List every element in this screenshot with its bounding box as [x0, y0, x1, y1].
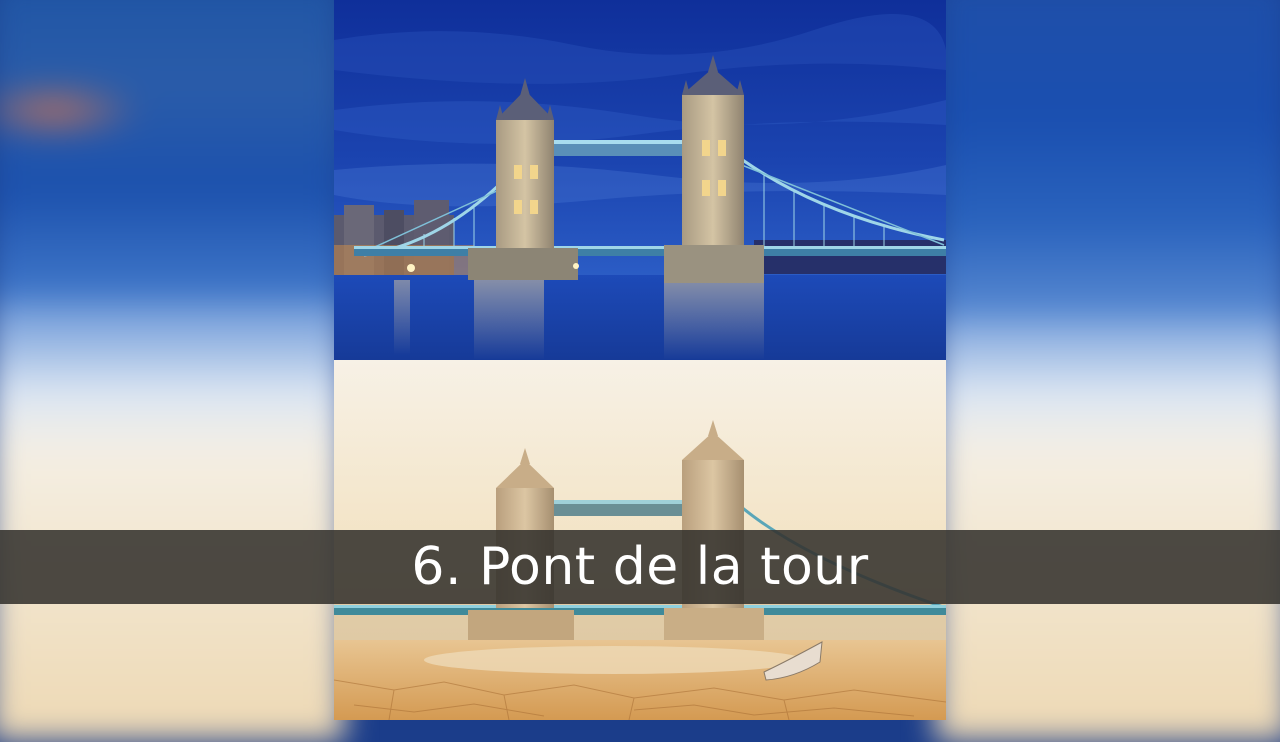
blurred-background-left [0, 0, 345, 742]
caption-text: 6. Pont de la tour [411, 537, 869, 597]
tower-bridge-night-photo [334, 0, 946, 360]
photo-column [334, 0, 946, 720]
caption-band: 6. Pont de la tour [0, 530, 1280, 604]
blurred-background-right [935, 0, 1280, 742]
